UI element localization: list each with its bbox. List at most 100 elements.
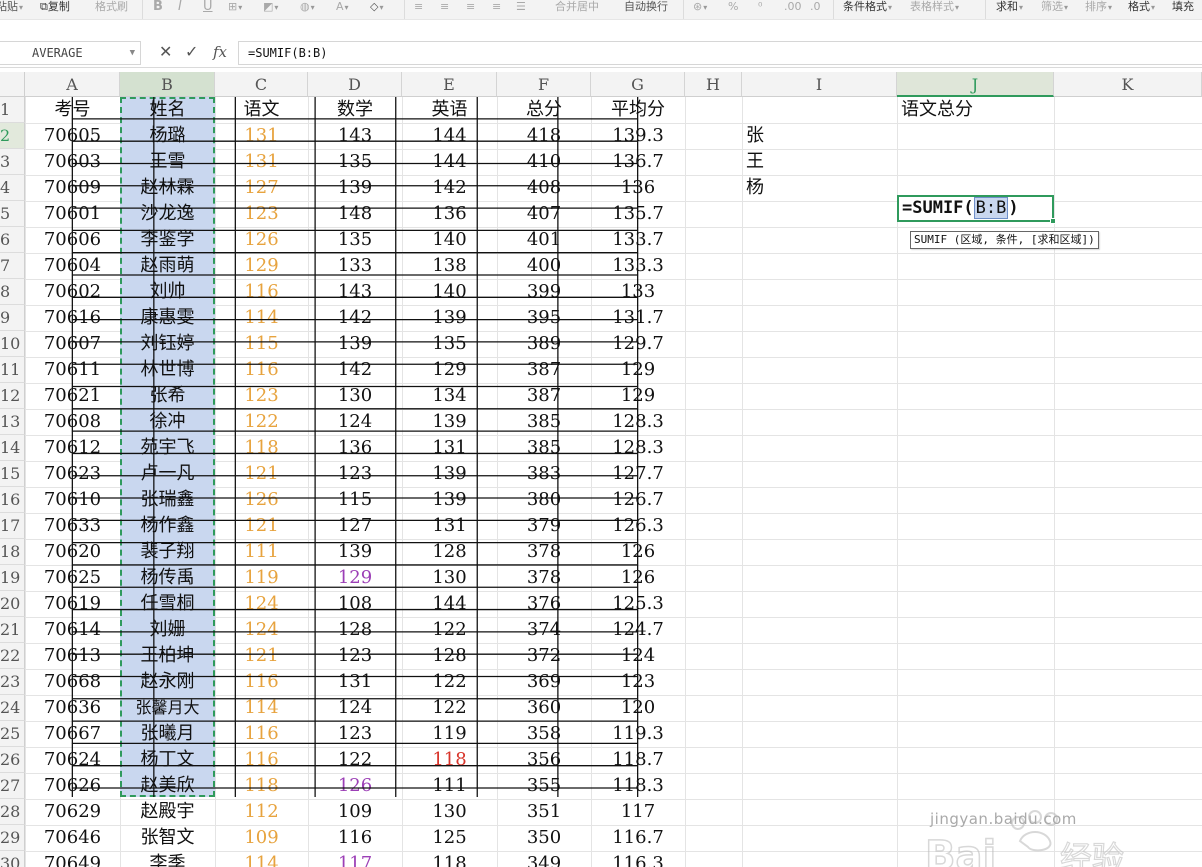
table-cell[interactable]: 70621 (25, 383, 120, 409)
table-cell[interactable]: 117 (591, 799, 685, 825)
table-cell[interactable]: 136 (308, 435, 402, 461)
table-cell[interactable]: 70633 (25, 513, 120, 539)
table-cell[interactable]: 109 (308, 799, 402, 825)
table-cell[interactable]: 118 (402, 851, 497, 867)
table-cell[interactable]: 70619 (25, 591, 120, 617)
table-cell[interactable]: 135.7 (591, 201, 685, 227)
table-cell[interactable]: 126 (591, 565, 685, 591)
table-cell[interactable]: 刘帅 (120, 279, 215, 305)
table-cell[interactable]: 131 (215, 149, 308, 175)
table-cell[interactable]: 135 (308, 149, 402, 175)
table-cell[interactable]: 120 (591, 695, 685, 721)
table-cell[interactable]: 70620 (25, 539, 120, 565)
table-cell[interactable]: 118 (402, 747, 497, 773)
table-cell[interactable]: 351 (497, 799, 591, 825)
table-cell[interactable]: 127 (215, 175, 308, 201)
row-header-14[interactable]: 14 (0, 435, 25, 461)
table-cell[interactable]: 374 (497, 617, 591, 643)
column-header-f[interactable]: F (497, 72, 591, 97)
conditional-format-button[interactable]: 条件格式▾ (843, 0, 892, 16)
table-cell[interactable]: 122 (402, 669, 497, 695)
row-header-12[interactable]: 12 (0, 383, 25, 409)
table-cell[interactable]: 129 (215, 253, 308, 279)
table-cell[interactable]: 116 (215, 747, 308, 773)
sum-button[interactable]: 求和▾ (996, 0, 1023, 16)
table-cell[interactable]: 苑宇飞 (120, 435, 215, 461)
table-cell[interactable]: 赵永刚 (120, 669, 215, 695)
table-cell[interactable]: 380 (497, 487, 591, 513)
align-right-icon[interactable]: ≡ (466, 0, 475, 15)
table-cell[interactable]: 119 (402, 721, 497, 747)
active-cell-j2[interactable]: =SUMIF(B:B) (897, 195, 1056, 224)
table-cell[interactable]: 123 (308, 461, 402, 487)
table-cell[interactable]: 114 (215, 305, 308, 331)
table-cell[interactable]: 109 (215, 825, 308, 851)
table-cell[interactable]: 115 (308, 487, 402, 513)
sum-header-cell[interactable]: 语文总分 (897, 97, 1054, 123)
table-cell[interactable]: 112 (215, 799, 308, 825)
table-cell[interactable]: 王雪 (120, 149, 215, 175)
table-cell[interactable]: 383 (497, 461, 591, 487)
filter-button[interactable]: 筛选▾ (1041, 0, 1068, 16)
row-header-20[interactable]: 20 (0, 591, 25, 617)
table-cell[interactable]: 70604 (25, 253, 120, 279)
row-header-25[interactable]: 25 (0, 721, 25, 747)
table-cell[interactable]: 376 (497, 591, 591, 617)
table-cell[interactable]: 张希 (120, 383, 215, 409)
table-cell[interactable]: 124 (591, 643, 685, 669)
criteria-cell[interactable]: 张 (742, 123, 897, 149)
table-cell[interactable]: 134 (402, 383, 497, 409)
table-cell[interactable]: 122 (308, 747, 402, 773)
table-cell[interactable]: 140 (402, 279, 497, 305)
column-header-h[interactable]: H (685, 72, 742, 97)
table-cell[interactable]: 139.3 (591, 123, 685, 149)
decrease-decimal-icon[interactable]: .0 (810, 0, 821, 15)
insert-function-icon[interactable]: fx (213, 43, 227, 61)
column-header-k[interactable]: K (1054, 72, 1202, 97)
table-cell[interactable]: 356 (497, 747, 591, 773)
paste-button[interactable]: 粘贴▾ (0, 0, 23, 16)
table-cell[interactable]: 林世博 (120, 357, 215, 383)
table-cell[interactable]: 111 (402, 773, 497, 799)
table-cell[interactable]: 70649 (25, 851, 120, 867)
table-cell[interactable]: 136.7 (591, 149, 685, 175)
table-cell[interactable]: 70602 (25, 279, 120, 305)
table-cell[interactable]: 杨传禹 (120, 565, 215, 591)
table-cell[interactable]: 70609 (25, 175, 120, 201)
table-cell[interactable]: 70611 (25, 357, 120, 383)
table-cell[interactable]: 张智文 (120, 825, 215, 851)
table-cell[interactable]: 144 (402, 149, 497, 175)
table-cell[interactable]: 李鉴学 (120, 227, 215, 253)
table-cell[interactable]: 387 (497, 357, 591, 383)
table-cell[interactable]: 118 (215, 435, 308, 461)
table-cell[interactable]: 116 (308, 825, 402, 851)
align-center-icon[interactable]: ≡ (440, 0, 449, 15)
table-cell[interactable]: 116.7 (591, 825, 685, 851)
table-cell[interactable]: 刘姗 (120, 617, 215, 643)
table-cell[interactable]: 139 (402, 409, 497, 435)
table-cell[interactable]: 142 (402, 175, 497, 201)
table-cell[interactable]: 125 (402, 825, 497, 851)
row-header-24[interactable]: 24 (0, 695, 25, 721)
table-cell[interactable]: 117 (308, 851, 402, 867)
table-cell[interactable]: 130 (308, 383, 402, 409)
name-box[interactable]: AVERAGE ▼ (0, 41, 141, 65)
table-cell[interactable]: 124 (308, 409, 402, 435)
row-header-3[interactable]: 3 (0, 149, 25, 175)
table-cell[interactable]: 139 (402, 305, 497, 331)
table-cell[interactable]: 130 (402, 565, 497, 591)
row-header-26[interactable]: 26 (0, 747, 25, 773)
table-cell[interactable]: 124 (308, 695, 402, 721)
table-cell[interactable]: 133 (591, 279, 685, 305)
table-cell[interactable]: 148 (308, 201, 402, 227)
table-cell[interactable]: 杨作鑫 (120, 513, 215, 539)
table-cell[interactable]: 任雪桐 (120, 591, 215, 617)
table-cell[interactable]: 395 (497, 305, 591, 331)
table-cell[interactable]: 127.7 (591, 461, 685, 487)
table-cell[interactable]: 129 (308, 565, 402, 591)
increase-decimal-icon[interactable]: .00 (784, 0, 802, 15)
row-header-8[interactable]: 8 (0, 279, 25, 305)
table-cell[interactable]: 70625 (25, 565, 120, 591)
table-cell[interactable]: 121 (215, 461, 308, 487)
table-cell[interactable]: 133 (308, 253, 402, 279)
